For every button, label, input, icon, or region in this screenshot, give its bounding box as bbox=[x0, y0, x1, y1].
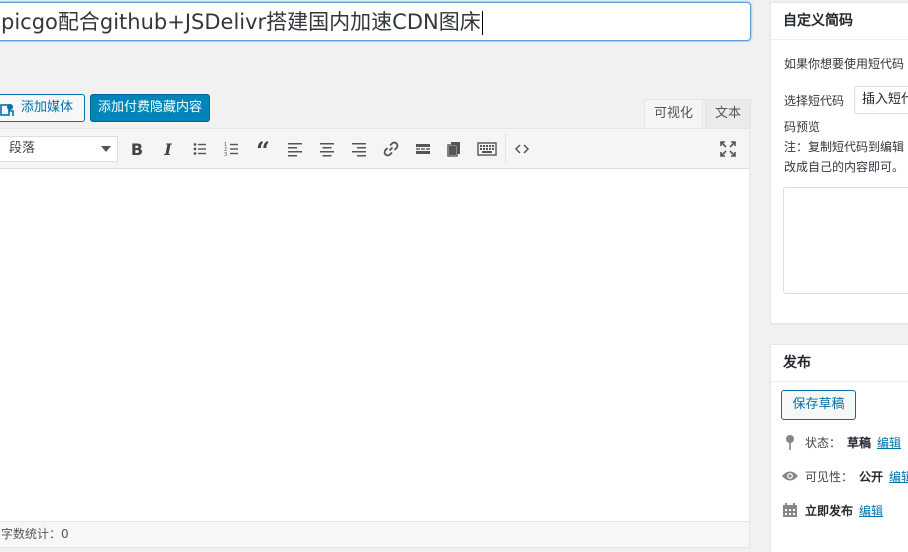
tab-visual[interactable]: 可视化 bbox=[644, 99, 704, 128]
read-more-button[interactable] bbox=[410, 136, 436, 162]
bullet-list-button[interactable] bbox=[187, 136, 213, 162]
editor-toolbar: 段落 B I 123 “ bbox=[0, 129, 749, 169]
align-right-icon bbox=[352, 143, 366, 157]
chevron-down-icon bbox=[101, 146, 111, 152]
copy-icon bbox=[447, 142, 460, 157]
shortcode-note-line1: 注：复制短代码到编辑 bbox=[784, 140, 905, 154]
content-editor: 段落 B I 123 “ 字数统计：0 bbox=[0, 128, 750, 548]
bullet-list-icon bbox=[193, 143, 206, 155]
align-left-icon bbox=[288, 143, 302, 157]
format-select-value: 段落 bbox=[9, 141, 36, 156]
publish-panel: 发布 保存草稿 状态： 草稿 编辑 可见性： 公开 编辑 立即发布 编辑 bbox=[770, 344, 908, 552]
publish-time-edit-link[interactable]: 编辑 bbox=[859, 502, 883, 519]
italic-icon: I bbox=[164, 139, 172, 159]
code-icon bbox=[514, 144, 530, 154]
add-paid-content-button[interactable]: 添加付费隐藏内容 bbox=[90, 94, 210, 122]
tab-text[interactable]: 文本 bbox=[705, 99, 752, 128]
align-center-icon bbox=[320, 143, 334, 157]
keyboard-icon bbox=[477, 142, 497, 156]
editor-content-area[interactable] bbox=[0, 170, 749, 520]
post-title-field[interactable]: picgo配合github+JSDelivr搭建国内加速CDN图床 bbox=[0, 2, 751, 41]
shortcode-preview-textarea[interactable] bbox=[783, 187, 908, 294]
numbered-list-icon: 123 bbox=[224, 142, 238, 157]
visibility-label: 可见性： bbox=[805, 469, 854, 484]
status-edit-link[interactable]: 编辑 bbox=[877, 434, 901, 451]
visibility-value: 公开 bbox=[859, 469, 884, 484]
save-draft-button[interactable]: 保存草稿 bbox=[781, 390, 856, 420]
status-value: 草稿 bbox=[847, 435, 872, 450]
calendar-icon bbox=[781, 501, 799, 519]
italic-button[interactable]: I bbox=[155, 136, 181, 162]
add-media-button[interactable]: 添加媒体 bbox=[0, 94, 85, 122]
shortcode-select[interactable]: 插入短代 bbox=[854, 86, 908, 114]
shortcode-panel-title[interactable]: 自定义简码 bbox=[771, 3, 908, 40]
post-title-input[interactable]: picgo配合github+JSDelivr搭建国内加速CDN图床 bbox=[1, 8, 483, 36]
bold-button[interactable]: B bbox=[124, 136, 150, 162]
numbered-list-button[interactable]: 123 bbox=[219, 136, 245, 162]
align-center-button[interactable] bbox=[314, 136, 340, 162]
quote-icon: “ bbox=[256, 136, 270, 165]
align-right-button[interactable] bbox=[346, 136, 372, 162]
shortcode-select-label: 选择短代码 bbox=[784, 94, 845, 108]
copy-button[interactable] bbox=[441, 136, 467, 162]
read-more-icon bbox=[416, 144, 430, 154]
format-select[interactable]: 段落 bbox=[0, 136, 118, 162]
blockquote-button[interactable]: “ bbox=[250, 136, 276, 165]
fullscreen-icon bbox=[720, 141, 736, 157]
code-button[interactable] bbox=[509, 136, 535, 162]
publish-immediately-label: 立即发布 bbox=[805, 503, 854, 518]
toolbar-separator bbox=[505, 133, 506, 163]
align-left-button[interactable] bbox=[282, 136, 308, 162]
text-caret bbox=[481, 11, 483, 35]
word-count: 字数统计：0 bbox=[0, 521, 749, 547]
add-media-label: 添加媒体 bbox=[21, 100, 74, 115]
visibility-edit-link[interactable]: 编辑 bbox=[889, 468, 908, 485]
shortcode-intro: 如果你想要使用短代码 bbox=[784, 57, 905, 71]
media-icon bbox=[0, 101, 15, 116]
publish-panel-title[interactable]: 发布 bbox=[771, 345, 908, 382]
bold-icon: B bbox=[130, 139, 144, 159]
svg-text:3: 3 bbox=[224, 152, 227, 157]
post-status-row: 状态： 草稿 编辑 bbox=[781, 432, 901, 452]
shortcode-note-line2: 改成自己的内容即可。 bbox=[784, 160, 905, 174]
visibility-row: 可见性： 公开 编辑 bbox=[781, 466, 908, 486]
shortcode-preview-label: 码预览 bbox=[784, 120, 821, 134]
eye-icon bbox=[781, 467, 799, 485]
pin-icon bbox=[781, 433, 799, 451]
shortcode-panel: 自定义简码 如果你想要使用短代码 选择短代码 插入短代 码预览 注：复制短代码到… bbox=[770, 2, 908, 324]
toolbar-toggle-button[interactable] bbox=[474, 136, 500, 162]
fullscreen-button[interactable] bbox=[715, 136, 741, 162]
link-icon bbox=[383, 141, 399, 157]
insert-link-button[interactable] bbox=[378, 136, 404, 162]
status-label: 状态： bbox=[805, 435, 842, 450]
publish-time-row: 立即发布 编辑 bbox=[781, 500, 883, 520]
